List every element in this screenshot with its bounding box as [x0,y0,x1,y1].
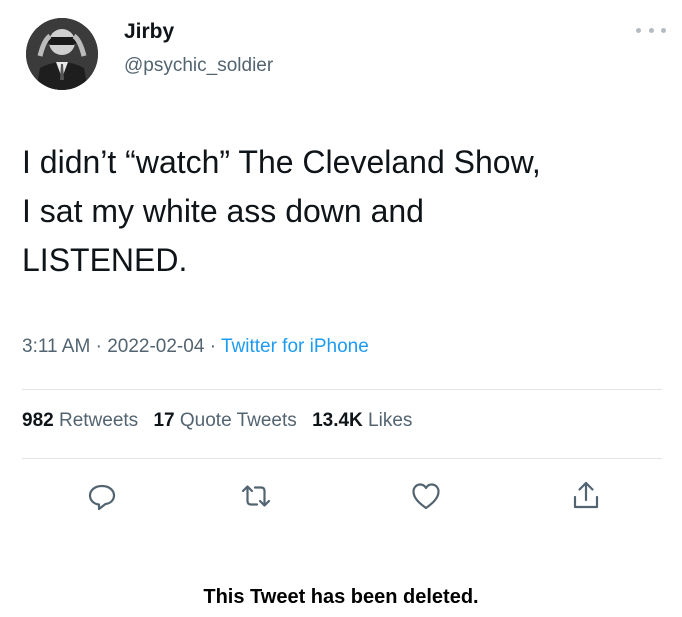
like-icon[interactable] [410,480,442,512]
avatar[interactable] [26,18,98,90]
tweet-time[interactable]: 3:11 AM [22,336,90,357]
tweet-line: I sat my white ass down and [22,193,424,229]
retweets-label: Retweets [58,410,139,431]
share-icon[interactable] [570,480,602,512]
retweets-count: 982 [22,410,54,431]
avatar-photo [26,18,98,90]
tweet-card: Jirby @psychic_soldier I didn’t “watch” … [0,0,682,617]
user-handle[interactable]: @psychic_soldier [124,55,273,77]
tweet-meta: 3:11 AM · 2022-02-04 · Twitter for iPhon… [22,336,369,358]
retweet-icon[interactable] [240,480,272,512]
more-dot [636,27,641,33]
more-dot [648,27,654,33]
quote-tweets-stat[interactable]: 17 Quote Tweets [153,410,296,431]
tweet-line: I didn’t “watch” The Cleveland Show, [22,144,541,180]
divider [22,458,662,459]
reply-icon[interactable] [86,480,118,512]
more-dot [661,27,666,33]
tweet-stats: 982 Retweets 17 Quote Tweets 13.4K Likes [22,410,412,432]
meta-separator: · [95,336,102,357]
tweet-line: LISTENED. [22,242,188,278]
divider [22,389,662,390]
retweets-stat[interactable]: 982 Retweets [22,410,138,431]
tweet-source-link[interactable]: Twitter for iPhone [221,336,369,357]
likes-label: Likes [368,410,413,431]
display-name[interactable]: Jirby [124,20,174,44]
deleted-notice: This Tweet has been deleted. [203,586,479,608]
quotes-label: Quote Tweets [179,410,297,431]
likes-stat[interactable]: 13.4K Likes [312,410,412,431]
more-options-icon[interactable] [636,22,666,38]
meta-separator: · [209,336,217,357]
likes-count: 13.4K [312,410,363,431]
quotes-count: 17 [153,410,175,431]
tweet-text: I didn’t “watch” The Cleveland Show, I s… [22,138,662,285]
tweet-date[interactable]: 2022-02-04 [107,336,204,357]
